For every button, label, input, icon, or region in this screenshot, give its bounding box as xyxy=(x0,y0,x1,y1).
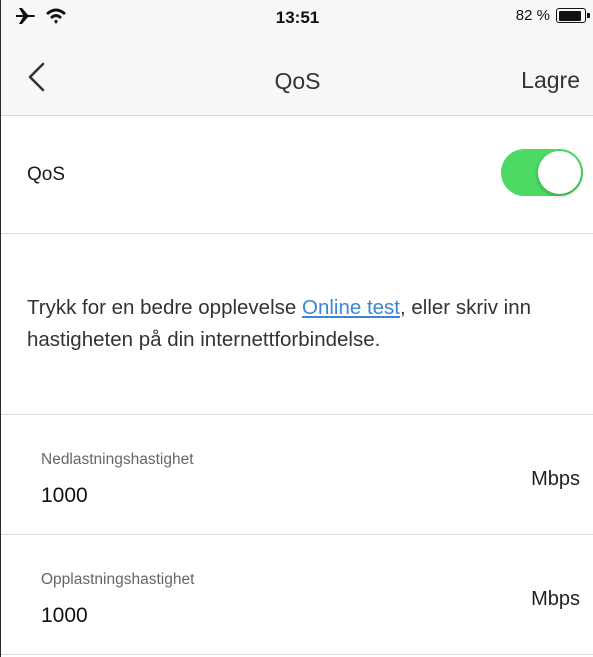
save-button[interactable]: Lagre xyxy=(521,67,580,94)
status-right: 82 % xyxy=(515,7,590,24)
battery-nub xyxy=(587,13,590,18)
battery-fill xyxy=(558,10,582,21)
toggle-knob xyxy=(538,151,581,194)
phone-screen: 13:51 82 % QoS Lagre QoS Trykk for en be… xyxy=(0,0,593,657)
upload-speed-unit: Mbps xyxy=(531,588,580,610)
download-speed-label: Nedlastningshastighet xyxy=(41,451,194,468)
qos-toggle[interactable] xyxy=(501,149,583,196)
info-text-before: Trykk for en bedre opplevelse xyxy=(27,296,302,319)
status-time: 13:51 xyxy=(275,8,320,27)
upload-speed-label: Opplastningshastighet xyxy=(41,571,195,588)
upload-speed-field[interactable]: Opplastningshastighet 1000 Mbps xyxy=(1,536,593,654)
upload-speed-input[interactable]: 1000 xyxy=(41,604,88,628)
qos-label: QoS xyxy=(27,164,66,185)
divider xyxy=(1,414,593,415)
info-text: Trykk for en bedre opplevelse Online tes… xyxy=(27,292,577,356)
battery-percent: 82 % xyxy=(515,7,550,24)
download-speed-input[interactable]: 1000 xyxy=(41,484,88,508)
download-speed-unit: Mbps xyxy=(531,468,580,490)
battery-icon xyxy=(556,8,590,23)
nav-bar: QoS Lagre xyxy=(1,34,593,116)
online-test-link[interactable]: Online test xyxy=(302,296,400,319)
status-bar: 13:51 82 % xyxy=(1,0,593,34)
qos-row: QoS xyxy=(1,116,593,234)
divider xyxy=(1,654,593,655)
page-title: QoS xyxy=(274,68,321,94)
download-speed-field[interactable]: Nedlastningshastighet 1000 Mbps xyxy=(1,416,593,534)
divider xyxy=(1,534,593,535)
